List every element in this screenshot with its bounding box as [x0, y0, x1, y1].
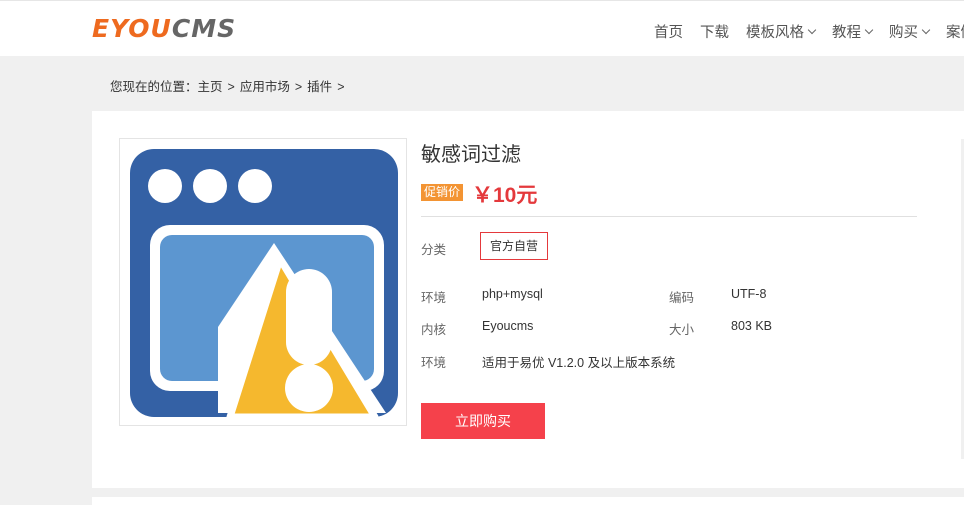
warning-window-icon: [130, 149, 398, 421]
chevron-down-icon: [864, 25, 874, 34]
nav-item-label: 下载: [700, 25, 729, 41]
product-price: ￥10元: [472, 184, 538, 207]
site-logo[interactable]: EYOUCMS: [92, 14, 236, 44]
spec-label-size: 大小: [669, 323, 695, 337]
nav-item-label: 案例: [946, 25, 964, 41]
nav-item-label: 首页: [654, 25, 683, 41]
product-title: 敏感词过滤: [421, 144, 521, 166]
spec-value-size: 803 KB: [731, 319, 773, 333]
product-panel: 敏感词过滤 促销价 ￥10元 分类 官方自营 环境 php+mysql 编码 U…: [92, 111, 964, 488]
breadcrumb-separator: >: [294, 80, 303, 94]
breadcrumb-separator: >: [227, 80, 235, 94]
chevron-down-icon: [807, 25, 817, 34]
nav-item-download[interactable]: 下载: [700, 21, 729, 42]
logo-part-eyou: EYOU: [92, 14, 172, 43]
spec-value-compat: 适用于易优 V1.2.0 及以上版本系统: [482, 356, 676, 370]
nav-item-label: 购买: [889, 25, 918, 41]
spec-value-core: Eyoucms: [482, 319, 534, 333]
spec-value-environment: php+mysql: [482, 287, 543, 301]
chevron-down-icon: [921, 25, 931, 34]
site-header: EYOUCMS 首页 下载 模板风格 教程 购买 案例: [0, 0, 964, 56]
next-section: [92, 497, 964, 505]
nav-item-home[interactable]: 首页: [654, 21, 683, 42]
spec-value-encoding: UTF-8: [731, 287, 767, 301]
nav-item-label: 教程: [832, 25, 861, 41]
category-tag[interactable]: 官方自营: [480, 232, 548, 260]
category-label: 分类: [421, 243, 447, 257]
buy-now-button[interactable]: 立即购买: [421, 403, 545, 439]
main-nav: 首页 下载 模板风格 教程 购买 案例: [654, 21, 964, 42]
nav-item-buy[interactable]: 购买: [889, 21, 931, 42]
spec-label-compat: 环境: [421, 356, 447, 370]
divider: [421, 216, 917, 217]
breadcrumb-prefix: 您现在的位置：: [110, 80, 198, 94]
spec-label-encoding: 编码: [669, 291, 695, 305]
promo-badge: 促销价: [421, 184, 464, 201]
logo-part-cms: CMS: [171, 14, 237, 43]
spec-label-core: 内核: [421, 323, 447, 337]
breadcrumb-separator: >: [337, 80, 345, 94]
breadcrumb-link-home[interactable]: 主页: [198, 80, 223, 94]
nav-item-label: 模板风格: [746, 25, 804, 41]
nav-item-templates[interactable]: 模板风格: [746, 21, 817, 42]
breadcrumb: 您现在的位置：主页 > 应用市场 > 插件 >: [110, 76, 350, 95]
breadcrumb-link-app-market[interactable]: 应用市场: [240, 80, 290, 94]
product-image: [119, 138, 407, 426]
nav-item-tutorials[interactable]: 教程: [832, 21, 874, 42]
breadcrumb-link-plugins[interactable]: 插件: [307, 80, 332, 94]
nav-item-cases[interactable]: 案例: [946, 21, 964, 42]
spec-label-environment: 环境: [421, 291, 447, 305]
